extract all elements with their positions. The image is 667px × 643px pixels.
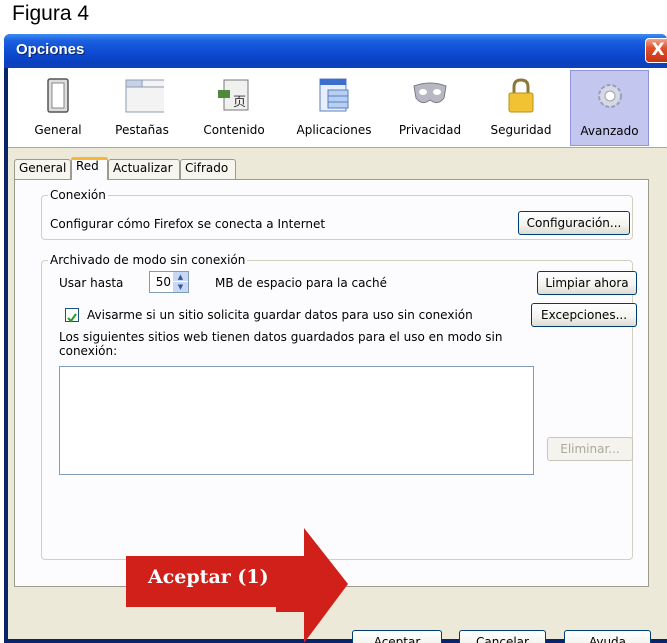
tab-general[interactable]: General — [14, 159, 71, 179]
connection-group: Conexión Configurar cómo Firefox se cone… — [41, 188, 633, 240]
notify-label: Avisarme si un sitio solicita guardar da… — [87, 308, 473, 322]
mask-icon — [413, 82, 447, 104]
tabs-window-icon — [125, 79, 164, 113]
toolbar-label: Avanzado — [580, 124, 639, 138]
spin-up-icon[interactable]: ▲ — [173, 272, 188, 282]
toolbar-label: Pestañas — [115, 123, 169, 137]
notify-checkbox[interactable] — [65, 308, 79, 323]
applications-icon — [319, 78, 349, 112]
gears-icon — [597, 84, 622, 108]
remove-button[interactable]: Eliminar... — [547, 437, 633, 461]
toolbar-privacy[interactable]: Privacidad — [392, 70, 468, 146]
clear-now-button[interactable]: Limpiar ahora — [537, 271, 637, 295]
use-up-to-label: Usar hasta — [59, 276, 124, 290]
cache-size-value: 50 — [155, 275, 171, 289]
spin-down-icon[interactable]: ▼ — [173, 282, 188, 292]
close-icon[interactable]: X — [645, 38, 667, 63]
window-title: Opciones — [16, 41, 85, 58]
accept-button[interactable]: Aceptar — [352, 630, 442, 643]
stepper-arrows: ▲ ▼ — [173, 272, 188, 292]
connection-legend: Conexión — [50, 188, 106, 202]
tab-actualizar[interactable]: Actualizar — [108, 159, 180, 179]
callout-text: Aceptar (1) — [148, 566, 269, 588]
toolbar-label: Contenido — [203, 123, 265, 137]
connection-description: Configurar cómo Firefox se conecta a Int… — [50, 217, 326, 231]
help-button[interactable]: Ayuda — [564, 630, 651, 643]
title-bar[interactable]: Opciones X — [4, 34, 667, 68]
toolbar-security[interactable]: Seguridad — [482, 70, 560, 146]
tab-red[interactable]: Red — [71, 157, 108, 180]
toolbar-general[interactable]: General — [28, 70, 88, 146]
checkmark-icon — [67, 313, 77, 323]
padlock-icon — [508, 78, 534, 113]
connection-settings-button[interactable]: Configuración... — [518, 211, 630, 235]
callout-arrow-icon — [276, 528, 348, 643]
figure-label: Figura 4 — [12, 2, 90, 25]
offline-sites-list[interactable] — [59, 366, 534, 475]
category-toolbar: General Pestañas 页 Contenido Aplicacione… — [8, 68, 667, 148]
cache-size-stepper[interactable]: 50 ▲ ▼ — [149, 271, 189, 293]
exceptions-button[interactable]: Excepciones... — [531, 303, 637, 327]
content-icon: 页 — [218, 79, 249, 111]
offline-legend: Archivado de modo sin conexión — [50, 253, 246, 267]
cache-unit-label: MB de espacio para la caché — [215, 276, 388, 290]
network-panel: Conexión Configurar cómo Firefox se cone… — [14, 179, 649, 587]
toolbar-label: Privacidad — [398, 123, 462, 137]
toolbar-advanced[interactable]: Avanzado — [570, 70, 649, 146]
switch-icon — [47, 78, 69, 113]
toolbar-tabs[interactable]: Pestañas — [106, 70, 178, 146]
toolbar-applications[interactable]: Aplicaciones — [288, 70, 380, 146]
tab-cifrado[interactable]: Cifrado — [180, 159, 236, 179]
svg-text:页: 页 — [233, 95, 246, 110]
toolbar-content[interactable]: 页 Contenido — [194, 70, 274, 146]
toolbar-label: Seguridad — [490, 123, 552, 137]
cancel-button[interactable]: Cancelar — [459, 630, 546, 643]
toolbar-label: Aplicaciones — [296, 123, 372, 137]
offline-sites-label: Los siguientes sitios web tienen datos g… — [59, 330, 503, 358]
toolbar-label: General — [34, 123, 82, 137]
